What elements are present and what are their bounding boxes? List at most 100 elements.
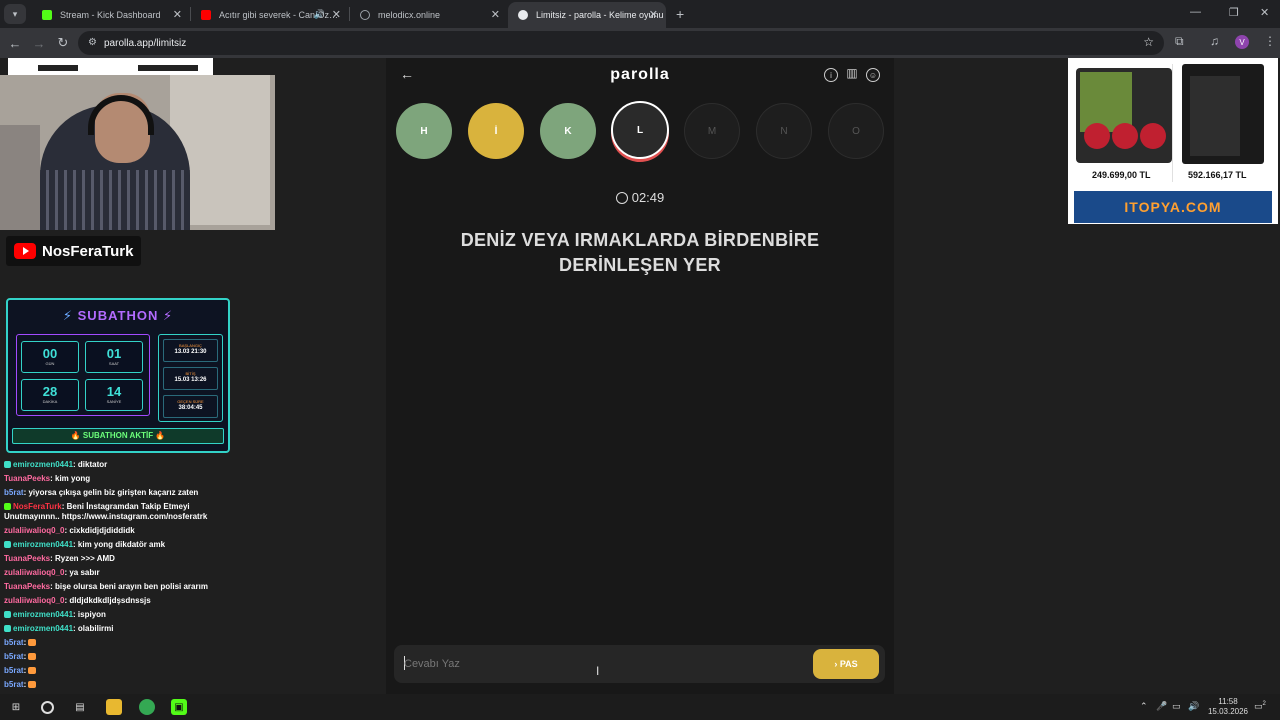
browser-tab-bar: ▾ Stream - Kick Dashboard ✕ Acıtır gibi … bbox=[0, 0, 1280, 28]
notification-icon[interactable]: ▭2 bbox=[1254, 701, 1266, 712]
kick-icon bbox=[42, 10, 52, 20]
tab-melodicx[interactable]: melodicx.online ✕ bbox=[350, 2, 508, 28]
hardware-ad: 249.699,00 TL 592.166,17 TL ITOPYA.COM bbox=[1068, 58, 1278, 224]
webcam-feed bbox=[0, 75, 275, 230]
lightning-icon: ⚡ bbox=[62, 308, 74, 323]
answer-input[interactable] bbox=[404, 655, 804, 673]
channel-name: NosFeraTurk bbox=[42, 242, 134, 260]
bookmark-star-icon[interactable]: ☆ bbox=[1143, 35, 1154, 49]
new-tab-plus-icon[interactable]: + bbox=[676, 6, 684, 22]
letter-circle-i: İ bbox=[468, 103, 524, 159]
letter-circle-o: O bbox=[828, 103, 884, 159]
tab-title: melodicx.online bbox=[378, 10, 441, 20]
countdown-minutes: 28 DAKİKA bbox=[21, 379, 79, 411]
reload-icon[interactable]: ↻ bbox=[51, 35, 75, 51]
tab-title: Stream - Kick Dashboard bbox=[60, 10, 161, 20]
countdown-hours: 01 SAAT bbox=[85, 341, 143, 373]
youtube-logo-icon bbox=[14, 243, 36, 259]
countdown-timer: 02:49 bbox=[386, 190, 894, 205]
stats-icon[interactable]: ▥ bbox=[845, 66, 859, 80]
file-explorer-icon[interactable] bbox=[106, 699, 122, 715]
close-icon[interactable]: ✕ bbox=[649, 8, 658, 21]
tab-search-button[interactable]: ▾ bbox=[4, 4, 26, 24]
chat-message: TuanaPeeks: bişe olursa beni arayın ben … bbox=[4, 582, 208, 591]
chat-message: b5rat: bbox=[0, 678, 245, 692]
subathon-countdown: 00 GÜN 01 SAAT 28 DAKİKA 14 SANİYE bbox=[16, 334, 150, 416]
back-arrow-icon[interactable]: ← bbox=[3, 36, 27, 51]
letter-circle-k: K bbox=[540, 103, 596, 159]
product-price: 592.166,17 TL bbox=[1188, 170, 1247, 180]
speaker-icon[interactable]: 🔊 bbox=[314, 9, 325, 20]
subathon-info: BAŞLANGIÇ 13.03 21:30 BİTİŞ 15.03 13:26 … bbox=[158, 334, 223, 422]
globe-icon bbox=[360, 10, 370, 20]
stream-chat: emirozmen0441: diktator TuanaPeeks: kim … bbox=[0, 458, 245, 692]
microphone-icon[interactable]: 🎤 bbox=[1156, 701, 1167, 712]
user-icon[interactable]: ☺ bbox=[866, 68, 880, 82]
pc-case-product-image bbox=[1182, 64, 1264, 164]
kick-app-icon[interactable]: ▣ bbox=[171, 699, 187, 715]
restore-icon[interactable]: ❐ bbox=[1229, 6, 1239, 19]
subathon-start: BAŞLANGIÇ 13.03 21:30 bbox=[163, 339, 218, 362]
chat-message: emirozmen0441: ispiyon bbox=[0, 608, 245, 622]
system-clock[interactable]: 11:58 15.03.2026 bbox=[1206, 697, 1250, 717]
chat-message: NosFeraTurk: Beni İnstagramdan Takip Etm… bbox=[4, 502, 208, 521]
chat-message: TuanaPeeks: kim yong bbox=[4, 474, 91, 483]
chat-message: TuanaPeeks: Ryzen >>> AMD bbox=[4, 554, 115, 563]
browser-toolbar: ← → ↻ ⚙ parolla.app/limitsiz ☆ ⧉ ♫ ⋮ bbox=[0, 28, 1280, 58]
search-icon[interactable] bbox=[41, 701, 54, 714]
emote-icon bbox=[28, 639, 37, 646]
site-info-icon[interactable]: ⚙ bbox=[88, 37, 97, 48]
forward-arrow-icon[interactable]: → bbox=[27, 36, 51, 51]
emote-icon bbox=[28, 667, 37, 674]
profile-avatar[interactable]: V bbox=[1235, 35, 1249, 49]
close-icon[interactable]: ✕ bbox=[491, 8, 500, 21]
url-text: parolla.app/limitsiz bbox=[104, 37, 187, 49]
subathon-end: BİTİŞ 15.03 13:26 bbox=[163, 367, 218, 390]
network-icon[interactable]: ▭ bbox=[1172, 701, 1181, 712]
letter-circle-h: H bbox=[396, 103, 452, 159]
chat-message: zulaliiwalioq0_0: ya sabır bbox=[4, 568, 100, 577]
subathon-title: ⚡ SUBATHON ⚡ bbox=[62, 308, 174, 323]
chat-message: b5rat: yiyorsa çıkışa gelin biz girişten… bbox=[4, 488, 199, 497]
chat-message: b5rat: bbox=[0, 664, 245, 678]
chrome-icon[interactable] bbox=[139, 699, 155, 715]
extensions-icon[interactable]: ⧉ bbox=[1175, 34, 1184, 49]
product-price: 249.699,00 TL bbox=[1092, 170, 1151, 180]
emote-icon bbox=[28, 653, 37, 660]
task-view-icon[interactable]: ▤ bbox=[72, 699, 88, 715]
emote-icon bbox=[28, 681, 37, 688]
tab-kick-dashboard[interactable]: Stream - Kick Dashboard ✕ bbox=[32, 2, 190, 28]
top-ad-strip bbox=[8, 58, 213, 75]
close-icon[interactable]: ✕ bbox=[173, 8, 182, 21]
chat-message: zulaliiwalioq0_0: dldjdkdkdljdşsdnssjs bbox=[4, 596, 151, 605]
parolla-game: ← parolla i ▥ ☺ H İ K L M N O 02:49 DENİ… bbox=[386, 58, 894, 694]
parolla-icon bbox=[518, 10, 528, 20]
windows-taskbar: ⊞ ▤ ▣ ⌃ 🎤 ▭ 🔊 11:58 15.03.2026 ▭2 bbox=[0, 694, 1280, 720]
mouse-cursor-icon: I bbox=[596, 664, 600, 678]
close-icon[interactable]: ✕ bbox=[332, 8, 341, 21]
address-bar[interactable]: ⚙ parolla.app/limitsiz ☆ bbox=[78, 31, 1164, 55]
volume-icon[interactable]: 🔊 bbox=[1188, 701, 1199, 712]
countdown-days: 00 GÜN bbox=[21, 341, 79, 373]
info-icon[interactable]: i bbox=[824, 68, 838, 82]
game-title: parolla bbox=[610, 66, 670, 83]
tab-youtube-song[interactable]: Acıtır gibi severek - Can Oz… 🔊 ✕ bbox=[191, 2, 349, 28]
gpu-product-image bbox=[1076, 68, 1172, 163]
chevron-up-icon[interactable]: ⌃ bbox=[1140, 701, 1148, 712]
window-close-icon[interactable]: ✕ bbox=[1260, 6, 1269, 19]
chat-message: emirozmen0441: olabilirmi bbox=[0, 622, 245, 636]
chat-message: b5rat: bbox=[0, 650, 245, 664]
media-control-icon[interactable]: ♫ bbox=[1210, 34, 1219, 48]
chat-message: emirozmen0441: kim yong dikdatör amk bbox=[0, 538, 245, 552]
pass-button[interactable]: › PAS bbox=[813, 649, 879, 679]
letter-circle-l: L bbox=[611, 101, 669, 159]
tab-title: Limitsiz - parolla - Kelime oyunu bbox=[536, 10, 664, 20]
lightning-icon: ⚡ bbox=[162, 308, 174, 323]
windows-start-icon[interactable]: ⊞ bbox=[8, 699, 24, 715]
channel-badge: NosFeraTurk bbox=[6, 236, 142, 266]
minimize-icon[interactable]: — bbox=[1190, 6, 1201, 18]
clock-icon bbox=[615, 192, 628, 204]
tab-parolla[interactable]: Limitsiz - parolla - Kelime oyunu ✕ bbox=[508, 2, 666, 28]
store-logo: ITOPYA.COM bbox=[1074, 191, 1272, 223]
menu-dots-icon[interactable]: ⋮ bbox=[1264, 34, 1276, 48]
